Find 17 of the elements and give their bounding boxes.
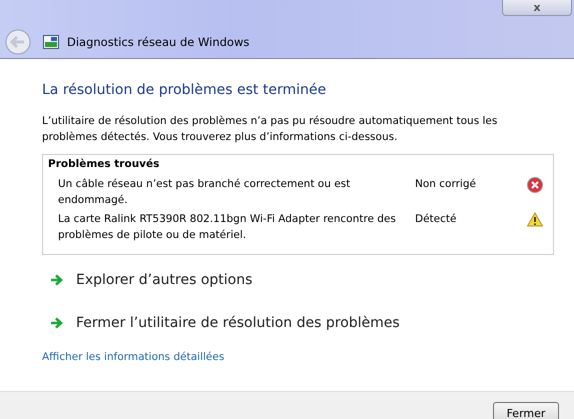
option-link[interactable]: Fermer l’utilitaire de résolution des problèmes [42,315,554,331]
option-link[interactable]: Explorer d’autres options [42,272,554,288]
arrow-icon [50,274,64,286]
problem-text: Un câble réseau n’est pas branché correctement ou est endommagé. [58,177,352,208]
panel-title: Problèmes trouvés [48,158,160,170]
window-title: Diagnostics réseau de Windows [67,35,250,49]
problem-text: La carte Ralink RT5390R 802.11bgn Wi-Fi Adapter rencontre des problèmes de pilote ou de matériel. [58,212,397,243]
close-button[interactable]: x [502,0,572,16]
problem-status: Non corrigé [415,177,477,192]
back-button[interactable] [5,29,31,55]
details-link[interactable]: Afficher les informations détaillées [42,351,224,363]
description-text: L’utilitaire de résolution des problèmes n’a pas pu résoudre automatiquement tous les problèmes détectés. Vous trouverez plus d’informations ci-dessous. [42,114,498,145]
close-dialog-button[interactable]: Fermer [493,402,559,419]
page-heading: La résolution de problèmes est terminée [42,82,328,98]
network-icon [43,35,59,49]
arrow-icon [50,317,64,329]
problem-status: Détecté [415,212,458,227]
